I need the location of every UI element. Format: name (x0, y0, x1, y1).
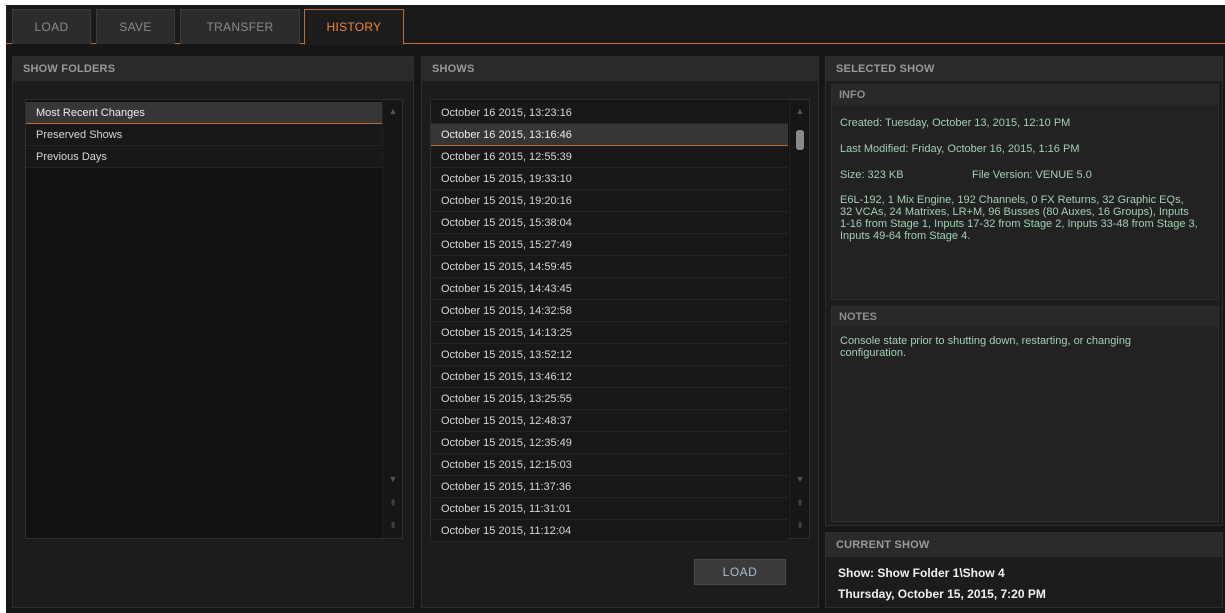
page-up-icon[interactable]: ⇞ (383, 494, 403, 512)
page-down-icon[interactable]: ⇟ (790, 516, 810, 534)
selected-show-panel: SELECTED SHOW INFO Created: Tuesday, Oct… (825, 56, 1223, 526)
show-folders-panel: SHOW FOLDERS Most Recent Changes Preserve… (12, 56, 414, 608)
folder-list-item[interactable]: Preserved Shows (26, 124, 383, 146)
show-list-item[interactable]: October 15 2015, 12:48:37 (431, 410, 788, 432)
show-folders-title: SHOW FOLDERS (13, 57, 413, 81)
shows-scrollbar[interactable]: ▲ ▼ ⇞ ⇟ (789, 100, 809, 538)
scroll-up-icon[interactable]: ▲ (383, 102, 403, 120)
config-line: 1-16 from Stage 1, Inputs 17-32 from Sta… (840, 218, 1198, 230)
page-down-icon[interactable]: ⇟ (383, 516, 403, 534)
notes-title: NOTES (832, 307, 1218, 327)
tab-load[interactable]: LOAD (12, 9, 91, 44)
show-list-item[interactable]: October 15 2015, 14:43:45 (431, 278, 788, 300)
file-version-text: File Version: VENUE 5.0 (972, 169, 1092, 181)
show-list-item[interactable]: October 15 2015, 13:46:12 (431, 366, 788, 388)
notes-section: NOTES Console state prior to shutting do… (831, 306, 1219, 522)
show-list-item[interactable]: October 15 2015, 13:52:12 (431, 344, 788, 366)
folder-list-item[interactable]: Previous Days (26, 146, 383, 168)
info-title: INFO (832, 85, 1218, 105)
folder-list-item[interactable]: Most Recent Changes (26, 102, 383, 124)
show-list-item[interactable]: October 16 2015, 13:16:46 (431, 124, 788, 146)
tab-transfer[interactable]: TRANSFER (180, 9, 300, 44)
shows-panel: SHOWS October 16 2015, 13:23:16 October 1… (421, 56, 819, 608)
config-line: E6L-192, 1 Mix Engine, 192 Channels, 0 F… (840, 194, 1184, 206)
scroll-down-icon[interactable]: ▼ (790, 470, 810, 488)
current-show-date: Thursday, October 15, 2015, 7:20 PM (838, 587, 1046, 601)
show-folders-list: Most Recent Changes Preserved Shows Previo… (25, 99, 403, 539)
show-list-item[interactable]: October 15 2015, 12:15:03 (431, 454, 788, 476)
show-list-item[interactable]: October 15 2015, 13:25:55 (431, 388, 788, 410)
config-line: 32 VCAs, 24 Matrixes, LR+M, 96 Busses (8… (840, 206, 1189, 218)
show-list-item[interactable]: October 16 2015, 12:55:39 (431, 146, 788, 168)
show-list-item[interactable]: October 15 2015, 11:31:01 (431, 498, 788, 520)
show-list-item[interactable]: October 15 2015, 15:38:04 (431, 212, 788, 234)
show-list-item[interactable]: October 15 2015, 11:12:04 (431, 520, 788, 542)
folders-scrollbar[interactable]: ▲ ▼ ⇞ ⇟ (382, 100, 402, 538)
config-line: Inputs 49-64 from Stage 4. (840, 230, 971, 242)
current-show-title: CURRENT SHOW (826, 533, 1222, 557)
tab-history[interactable]: HISTORY (304, 9, 404, 45)
show-list-item[interactable]: October 15 2015, 19:20:16 (431, 190, 788, 212)
shows-title: SHOWS (422, 57, 818, 81)
scroll-up-icon[interactable]: ▲ (790, 102, 810, 120)
show-list-item[interactable]: October 15 2015, 19:33:10 (431, 168, 788, 190)
info-section: INFO Created: Tuesday, October 13, 2015,… (831, 84, 1219, 300)
show-list-item[interactable]: October 15 2015, 14:59:45 (431, 256, 788, 278)
show-list-item[interactable]: October 15 2015, 14:32:58 (431, 300, 788, 322)
show-list-item[interactable]: October 16 2015, 13:23:16 (431, 102, 788, 124)
show-list-item[interactable]: October 15 2015, 15:27:49 (431, 234, 788, 256)
show-list-item[interactable]: October 15 2015, 11:37:36 (431, 476, 788, 498)
venue-history-window: LOAD SAVE TRANSFER HISTORY SHOW FOLDERS … (6, 5, 1225, 613)
modified-text: Last Modified: Friday, October 16, 2015,… (840, 143, 1080, 155)
show-list-item[interactable]: October 15 2015, 12:35:49 (431, 432, 788, 454)
page-up-icon[interactable]: ⇞ (790, 494, 810, 512)
load-button[interactable]: LOAD (694, 559, 786, 585)
current-show-panel: CURRENT SHOW Show: Show Folder 1\Show 4 … (825, 532, 1223, 608)
shows-list: October 16 2015, 13:23:16 October 16 2015… (430, 99, 810, 542)
notes-line: Console state prior to shutting down, re… (840, 335, 1132, 347)
size-text: Size: 323 KB (840, 169, 904, 181)
show-list-item[interactable]: October 15 2015, 14:13:25 (431, 322, 788, 344)
scroll-thumb[interactable] (796, 130, 804, 150)
scroll-down-icon[interactable]: ▼ (383, 470, 403, 488)
selected-show-title: SELECTED SHOW (826, 57, 1222, 81)
tab-bar: LOAD SAVE TRANSFER HISTORY (6, 5, 1225, 45)
tab-save[interactable]: SAVE (96, 9, 175, 44)
created-text: Created: Tuesday, October 13, 2015, 12:1… (840, 117, 1071, 129)
notes-line: configuration. (840, 347, 907, 359)
current-show-name: Show: Show Folder 1\Show 4 (838, 566, 1005, 580)
